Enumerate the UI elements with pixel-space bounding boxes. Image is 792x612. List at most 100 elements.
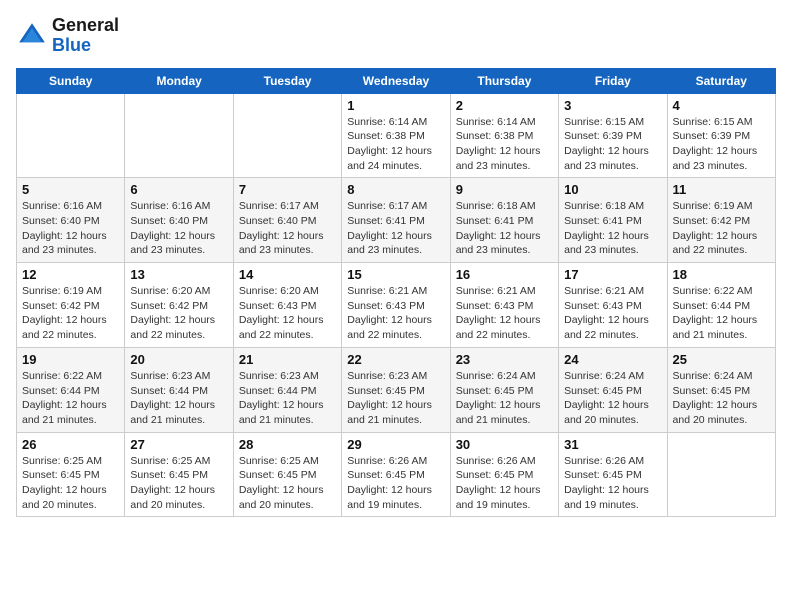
calendar-cell: 12Sunrise: 6:19 AM Sunset: 6:42 PM Dayli…	[17, 263, 125, 348]
calendar-cell: 1 Sunrise: 6:14 AM Sunset: 6:38 PM Daylig…	[342, 93, 450, 178]
day-number: 30	[456, 437, 553, 452]
day-info: Sunrise: 6:15 AM Sunset: 6:39 PM Dayligh…	[564, 115, 661, 174]
calendar-cell: 10Sunrise: 6:18 AM Sunset: 6:41 PM Dayli…	[559, 178, 667, 263]
day-number: 18	[673, 267, 770, 282]
day-info: Sunrise: 6:23 AM Sunset: 6:44 PM Dayligh…	[239, 369, 336, 428]
day-info: Sunrise: 6:24 AM Sunset: 6:45 PM Dayligh…	[456, 369, 553, 428]
calendar-cell	[233, 93, 341, 178]
day-info: Sunrise: 6:19 AM Sunset: 6:42 PM Dayligh…	[673, 199, 770, 258]
day-info: Sunrise: 6:21 AM Sunset: 6:43 PM Dayligh…	[347, 284, 444, 343]
calendar-cell: 26Sunrise: 6:25 AM Sunset: 6:45 PM Dayli…	[17, 432, 125, 517]
logo-icon	[16, 20, 48, 52]
calendar-cell: 31 Sunrise: 6:26 AM Sunset: 6:45 PM Dayli…	[559, 432, 667, 517]
day-info: Sunrise: 6:24 AM Sunset: 6:45 PM Dayligh…	[673, 369, 770, 428]
day-number: 3	[564, 98, 661, 113]
day-number: 29	[347, 437, 444, 452]
day-info: Sunrise: 6:22 AM Sunset: 6:44 PM Dayligh…	[22, 369, 119, 428]
day-number: 9	[456, 182, 553, 197]
calendar-cell: 14 Sunrise: 6:20 AM Sunset: 6:43 PM Dayli…	[233, 263, 341, 348]
calendar-week: 26Sunrise: 6:25 AM Sunset: 6:45 PM Dayli…	[17, 432, 776, 517]
day-info: Sunrise: 6:26 AM Sunset: 6:45 PM Dayligh…	[564, 454, 661, 513]
calendar-cell: 6 Sunrise: 6:16 AM Sunset: 6:40 PM Daylig…	[125, 178, 233, 263]
day-number: 24	[564, 352, 661, 367]
day-number: 2	[456, 98, 553, 113]
calendar-week: 1 Sunrise: 6:14 AM Sunset: 6:38 PM Daylig…	[17, 93, 776, 178]
day-number: 19	[22, 352, 119, 367]
calendar-cell	[667, 432, 775, 517]
dow-header: Tuesday	[233, 68, 341, 93]
calendar-cell: 25Sunrise: 6:24 AM Sunset: 6:45 PM Dayli…	[667, 347, 775, 432]
calendar-cell: 29 Sunrise: 6:26 AM Sunset: 6:45 PM Dayli…	[342, 432, 450, 517]
day-info: Sunrise: 6:15 AM Sunset: 6:39 PM Dayligh…	[673, 115, 770, 174]
day-info: Sunrise: 6:16 AM Sunset: 6:40 PM Dayligh…	[22, 199, 119, 258]
day-info: Sunrise: 6:16 AM Sunset: 6:40 PM Dayligh…	[130, 199, 227, 258]
calendar-cell: 18 Sunrise: 6:22 AM Sunset: 6:44 PM Dayli…	[667, 263, 775, 348]
day-info: Sunrise: 6:21 AM Sunset: 6:43 PM Dayligh…	[564, 284, 661, 343]
day-number: 7	[239, 182, 336, 197]
calendar-cell: 4 Sunrise: 6:15 AM Sunset: 6:39 PM Daylig…	[667, 93, 775, 178]
calendar-cell: 11 Sunrise: 6:19 AM Sunset: 6:42 PM Dayli…	[667, 178, 775, 263]
calendar-cell: 9 Sunrise: 6:18 AM Sunset: 6:41 PM Daylig…	[450, 178, 558, 263]
day-number: 13	[130, 267, 227, 282]
day-number: 16	[456, 267, 553, 282]
day-number: 20	[130, 352, 227, 367]
calendar-cell: 5 Sunrise: 6:16 AM Sunset: 6:40 PM Daylig…	[17, 178, 125, 263]
day-number: 31	[564, 437, 661, 452]
dow-header: Friday	[559, 68, 667, 93]
day-info: Sunrise: 6:26 AM Sunset: 6:45 PM Dayligh…	[456, 454, 553, 513]
dow-header: Sunday	[17, 68, 125, 93]
calendar-table: SundayMondayTuesdayWednesdayThursdayFrid…	[16, 68, 776, 518]
day-info: Sunrise: 6:25 AM Sunset: 6:45 PM Dayligh…	[130, 454, 227, 513]
calendar-cell: 3 Sunrise: 6:15 AM Sunset: 6:39 PM Daylig…	[559, 93, 667, 178]
day-info: Sunrise: 6:14 AM Sunset: 6:38 PM Dayligh…	[456, 115, 553, 174]
calendar-cell: 17Sunrise: 6:21 AM Sunset: 6:43 PM Dayli…	[559, 263, 667, 348]
dow-header: Thursday	[450, 68, 558, 93]
day-number: 15	[347, 267, 444, 282]
dow-header: Saturday	[667, 68, 775, 93]
calendar-week: 19 Sunrise: 6:22 AM Sunset: 6:44 PM Dayli…	[17, 347, 776, 432]
logo-text: General Blue	[52, 16, 119, 56]
day-number: 12	[22, 267, 119, 282]
day-number: 11	[673, 182, 770, 197]
calendar-week: 12Sunrise: 6:19 AM Sunset: 6:42 PM Dayli…	[17, 263, 776, 348]
calendar-cell: 2 Sunrise: 6:14 AM Sunset: 6:38 PM Daylig…	[450, 93, 558, 178]
calendar-cell: 22Sunrise: 6:23 AM Sunset: 6:45 PM Dayli…	[342, 347, 450, 432]
calendar-cell: 21 Sunrise: 6:23 AM Sunset: 6:44 PM Dayli…	[233, 347, 341, 432]
day-number: 4	[673, 98, 770, 113]
calendar-cell: 8Sunrise: 6:17 AM Sunset: 6:41 PM Daylig…	[342, 178, 450, 263]
calendar-cell	[17, 93, 125, 178]
day-number: 6	[130, 182, 227, 197]
day-info: Sunrise: 6:17 AM Sunset: 6:41 PM Dayligh…	[347, 199, 444, 258]
calendar-week: 5 Sunrise: 6:16 AM Sunset: 6:40 PM Daylig…	[17, 178, 776, 263]
day-number: 27	[130, 437, 227, 452]
calendar-cell: 15 Sunrise: 6:21 AM Sunset: 6:43 PM Dayli…	[342, 263, 450, 348]
day-info: Sunrise: 6:21 AM Sunset: 6:43 PM Dayligh…	[456, 284, 553, 343]
calendar-cell: 28 Sunrise: 6:25 AM Sunset: 6:45 PM Dayli…	[233, 432, 341, 517]
day-number: 22	[347, 352, 444, 367]
calendar-cell: 16 Sunrise: 6:21 AM Sunset: 6:43 PM Dayli…	[450, 263, 558, 348]
day-info: Sunrise: 6:24 AM Sunset: 6:45 PM Dayligh…	[564, 369, 661, 428]
day-info: Sunrise: 6:22 AM Sunset: 6:44 PM Dayligh…	[673, 284, 770, 343]
day-info: Sunrise: 6:25 AM Sunset: 6:45 PM Dayligh…	[239, 454, 336, 513]
calendar-body: 1 Sunrise: 6:14 AM Sunset: 6:38 PM Daylig…	[17, 93, 776, 517]
logo: General Blue	[16, 16, 119, 56]
calendar-cell: 23 Sunrise: 6:24 AM Sunset: 6:45 PM Dayli…	[450, 347, 558, 432]
day-info: Sunrise: 6:26 AM Sunset: 6:45 PM Dayligh…	[347, 454, 444, 513]
day-info: Sunrise: 6:18 AM Sunset: 6:41 PM Dayligh…	[564, 199, 661, 258]
day-number: 5	[22, 182, 119, 197]
day-number: 21	[239, 352, 336, 367]
day-number: 1	[347, 98, 444, 113]
day-info: Sunrise: 6:20 AM Sunset: 6:43 PM Dayligh…	[239, 284, 336, 343]
day-info: Sunrise: 6:14 AM Sunset: 6:38 PM Dayligh…	[347, 115, 444, 174]
day-info: Sunrise: 6:23 AM Sunset: 6:44 PM Dayligh…	[130, 369, 227, 428]
page-header: General Blue	[16, 16, 776, 56]
day-info: Sunrise: 6:17 AM Sunset: 6:40 PM Dayligh…	[239, 199, 336, 258]
day-number: 28	[239, 437, 336, 452]
day-info: Sunrise: 6:20 AM Sunset: 6:42 PM Dayligh…	[130, 284, 227, 343]
calendar-cell: 13 Sunrise: 6:20 AM Sunset: 6:42 PM Dayli…	[125, 263, 233, 348]
day-info: Sunrise: 6:25 AM Sunset: 6:45 PM Dayligh…	[22, 454, 119, 513]
day-number: 23	[456, 352, 553, 367]
day-number: 14	[239, 267, 336, 282]
calendar-cell: 24 Sunrise: 6:24 AM Sunset: 6:45 PM Dayli…	[559, 347, 667, 432]
day-info: Sunrise: 6:18 AM Sunset: 6:41 PM Dayligh…	[456, 199, 553, 258]
